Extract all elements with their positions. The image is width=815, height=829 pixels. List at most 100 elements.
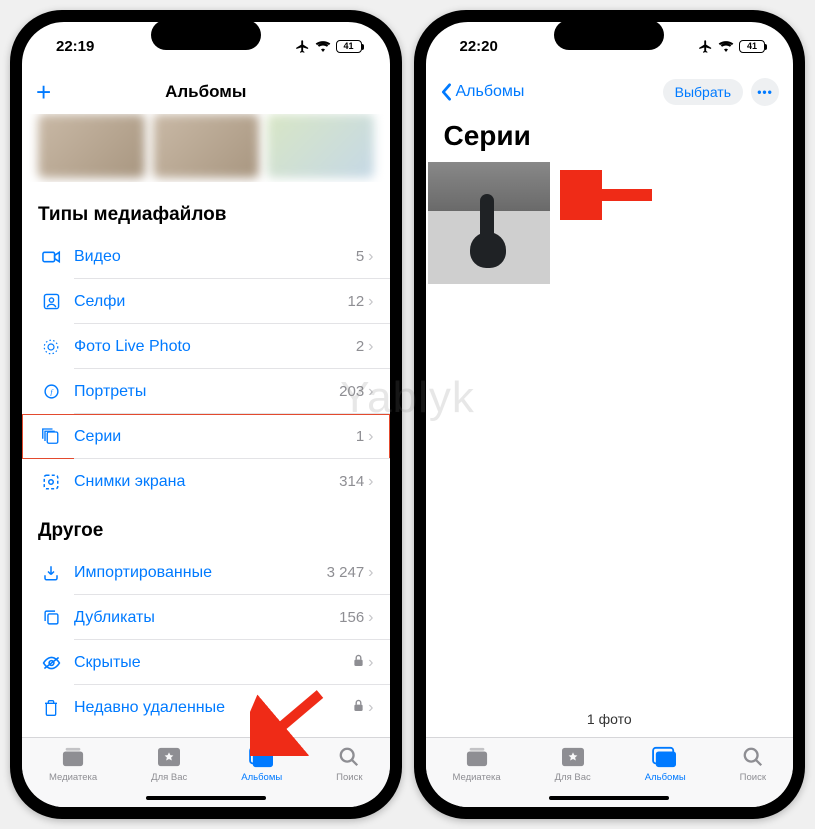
row-live-photo[interactable]: Фото Live Photo 2 ›: [22, 324, 390, 369]
lock-icon: [353, 699, 364, 716]
tab-label: Альбомы: [241, 772, 282, 783]
chevron-right-icon: ›: [368, 654, 373, 672]
row-label: Портреты: [74, 383, 339, 401]
row-portraits[interactable]: f Портреты 203 ›: [22, 369, 390, 414]
chevron-right-icon: ›: [368, 564, 373, 582]
nav-title: Альбомы: [165, 82, 246, 102]
chevron-left-icon: [440, 83, 452, 101]
tab-library[interactable]: Медиатека: [49, 744, 97, 807]
tab-label: Поиск: [740, 772, 766, 783]
tab-search[interactable]: Поиск: [740, 744, 766, 807]
for-you-icon: [157, 744, 181, 770]
wifi-icon: [718, 40, 734, 52]
svg-text:f: f: [50, 387, 54, 396]
row-video[interactable]: Видео 5 ›: [22, 234, 390, 279]
live-photo-icon: [38, 338, 64, 356]
row-bursts[interactable]: Серии 1 ›: [22, 414, 390, 459]
trash-icon: [38, 699, 64, 717]
airplane-icon: [295, 39, 310, 54]
status-right: 41: [295, 39, 362, 54]
ellipsis-icon: •••: [757, 85, 773, 99]
row-hidden[interactable]: Скрытые ›: [22, 640, 390, 685]
page-title: Серии: [426, 114, 794, 162]
burst-icon: [38, 428, 64, 445]
tab-label: Медиатека: [452, 772, 500, 783]
status-time: 22:19: [56, 38, 94, 55]
screen: 22:19 41 + Альбомы Типы медиафайлов Виде…: [22, 22, 390, 807]
row-count: 156: [339, 609, 364, 626]
person-thumb[interactable]: [38, 114, 145, 178]
nav-bar: + Альбомы: [22, 70, 390, 114]
row-count: 1: [356, 428, 364, 445]
photo-thumbnail[interactable]: [428, 162, 550, 284]
photo-grid: [426, 162, 794, 284]
back-button[interactable]: Альбомы: [440, 83, 525, 101]
airplane-icon: [698, 39, 713, 54]
duplicates-icon: [38, 609, 64, 626]
battery-icon: 41: [336, 40, 362, 53]
lock-icon: [353, 654, 364, 671]
chevron-right-icon: ›: [368, 699, 373, 717]
row-screenshots[interactable]: Снимки экрана 314 ›: [22, 459, 390, 504]
photo-count: 1 фото: [426, 703, 794, 733]
row-count: 3 247: [327, 564, 365, 581]
row-count: 314: [339, 473, 364, 490]
row-label: Дубликаты: [74, 609, 339, 627]
selfie-icon: [38, 293, 64, 310]
dynamic-island: [554, 20, 664, 50]
video-icon: [38, 250, 64, 264]
search-icon: [338, 744, 360, 770]
screenshot-icon: [38, 473, 64, 491]
tab-library[interactable]: Медиатека: [452, 744, 500, 807]
row-label: Видео: [74, 248, 356, 266]
chevron-right-icon: ›: [368, 293, 373, 311]
row-count: 12: [347, 293, 364, 310]
row-recently-deleted[interactable]: Недавно удаленные ›: [22, 685, 390, 730]
more-button[interactable]: •••: [751, 78, 779, 106]
row-label: Скрытые: [74, 654, 353, 672]
bursts-content[interactable]: 1 фото: [426, 162, 794, 737]
wifi-icon: [315, 40, 331, 52]
map-thumb[interactable]: [267, 114, 374, 178]
tab-label: Для Вас: [555, 772, 591, 783]
tab-search[interactable]: Поиск: [336, 744, 362, 807]
chevron-right-icon: ›: [368, 383, 373, 401]
phone-left: 22:19 41 + Альбомы Типы медиафайлов Виде…: [10, 10, 402, 819]
screen: 22:20 41 Альбомы Выбрать ••• Серии: [426, 22, 794, 807]
row-label: Импортированные: [74, 564, 327, 582]
row-duplicates[interactable]: Дубликаты 156 ›: [22, 595, 390, 640]
library-icon: [60, 744, 86, 770]
people-places-thumbs[interactable]: [22, 114, 390, 182]
row-count: 2: [356, 338, 364, 355]
row-label: Фото Live Photo: [74, 338, 356, 356]
select-button[interactable]: Выбрать: [663, 79, 743, 105]
battery-icon: 41: [739, 40, 765, 53]
tab-label: Медиатека: [49, 772, 97, 783]
for-you-icon: [561, 744, 585, 770]
back-label: Альбомы: [456, 83, 525, 101]
row-label: Серии: [74, 428, 356, 446]
tab-label: Альбомы: [645, 772, 686, 783]
home-indicator[interactable]: [146, 796, 266, 800]
home-indicator[interactable]: [549, 796, 669, 800]
import-icon: [38, 564, 64, 582]
row-label: Снимки экрана: [74, 473, 339, 491]
search-icon: [742, 744, 764, 770]
add-button[interactable]: +: [36, 77, 51, 108]
albums-icon: [249, 744, 275, 770]
row-selfies[interactable]: Селфи 12 ›: [22, 279, 390, 324]
row-count: 5: [356, 248, 364, 265]
photo-content: [464, 178, 514, 268]
tab-label: Для Вас: [151, 772, 187, 783]
chevron-right-icon: ›: [368, 338, 373, 356]
row-count: 203: [339, 383, 364, 400]
albums-content[interactable]: Типы медиафайлов Видео 5 › Селфи 12 › Фо…: [22, 114, 390, 737]
chevron-right-icon: ›: [368, 428, 373, 446]
row-label: Недавно удаленные: [74, 699, 353, 717]
albums-icon: [652, 744, 678, 770]
row-imported[interactable]: Импортированные 3 247 ›: [22, 550, 390, 595]
person-thumb[interactable]: [153, 114, 260, 178]
tab-label: Поиск: [336, 772, 362, 783]
portrait-icon: f: [38, 383, 64, 400]
section-media-types: Типы медиафайлов: [22, 188, 390, 234]
